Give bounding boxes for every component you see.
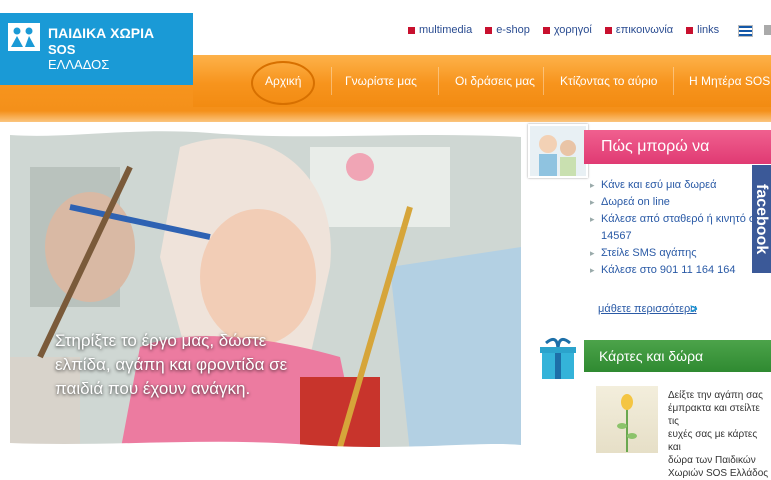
nav-item-actions[interactable]: Οι δράσεις μας [455, 74, 535, 88]
top-link-links[interactable]: links [686, 24, 719, 36]
top-link-contact[interactable]: επικοινωνία [604, 24, 673, 36]
logo-line-1: ΠΑΙΔΙΚΑ ΧΩΡΙΑ [48, 25, 155, 41]
help-item-call[interactable]: Κάλεσε από σταθερό ή κινητό στο14567 [590, 211, 768, 245]
top-link-eshop[interactable]: e-shop [485, 24, 530, 36]
top-link-multimedia[interactable]: multimedia [408, 24, 472, 36]
nav-item-future[interactable]: Κτίζοντας το αύριο [560, 74, 657, 88]
language-flag-icon[interactable] [764, 25, 771, 35]
chevron-right-icon[interactable]: > [690, 301, 698, 316]
gift-icon [540, 337, 576, 379]
top-link-sponsors[interactable]: χορηγοί [542, 24, 592, 36]
learn-more-link[interactable]: μάθετε περισσότερα [598, 303, 697, 315]
help-children-photo [528, 124, 588, 178]
nav-item-about[interactable]: Γνωρίστε μας [345, 74, 417, 88]
nav-separator [543, 67, 544, 95]
nav-item-home[interactable]: Αρχική [265, 74, 301, 88]
main-nav: Αρχική Γνωρίστε μας Οι δράσεις μας Κτίζο… [193, 55, 771, 107]
facebook-tab[interactable]: facebook [752, 165, 771, 273]
help-item-online-donation[interactable]: Δωρεά on line [590, 194, 768, 211]
cards-product-image[interactable] [596, 386, 658, 453]
nav-separator [331, 67, 332, 95]
help-section-title: Πώς μπορώ να βοηθήσω [584, 130, 771, 189]
children-logo-icon [8, 23, 40, 51]
greek-flag-icon[interactable] [738, 25, 753, 37]
cards-description: Δείξτε την αγάπη σας έμπρακτα και στείλτ… [668, 390, 769, 479]
bullet-icon [542, 26, 550, 34]
hero-photo: Στηρίξτε το έργο μας, δώστε ελπίδα, αγάπ… [10, 127, 521, 453]
hero-caption: Στηρίξτε το έργο μας, δώστε ελπίδα, αγάπ… [55, 331, 288, 398]
logo-line-2: SOS [48, 42, 76, 57]
help-list: Κάνε και εσύ μια δωρεά Δωρεά on line Κάλ… [590, 177, 768, 279]
help-item-call-number[interactable]: Κάλεσε στο 901 11 164 164 [590, 262, 768, 279]
bullet-icon [485, 26, 493, 34]
nav-item-sos-mother[interactable]: Η Μητέρα SOS [689, 74, 770, 88]
flower-card-icon [617, 394, 637, 452]
bullet-icon [604, 26, 612, 34]
help-item-donation[interactable]: Κάνε και εσύ μια δωρεά [590, 177, 768, 194]
bullet-icon [686, 26, 694, 34]
nav-separator [673, 67, 674, 95]
sos-logo[interactable]: ΠΑΙΔΙΚΑ ΧΩΡΙΑ SOS ΕΛΛΑΔΟΣ [0, 13, 193, 85]
help-item-sms[interactable]: Στείλε SMS αγάπης [590, 245, 768, 262]
logo-line-3: ΕΛΛΑΔΟΣ [48, 57, 110, 72]
nav-separator [438, 67, 439, 95]
children-photo-icon [539, 135, 576, 176]
hero-illustration [10, 127, 521, 453]
bullet-icon [408, 26, 415, 34]
top-links: multimedia e-shop χορηγοί επικοινωνία li… [408, 24, 719, 36]
cards-section-title: Κάρτες και δώρα [584, 340, 771, 372]
